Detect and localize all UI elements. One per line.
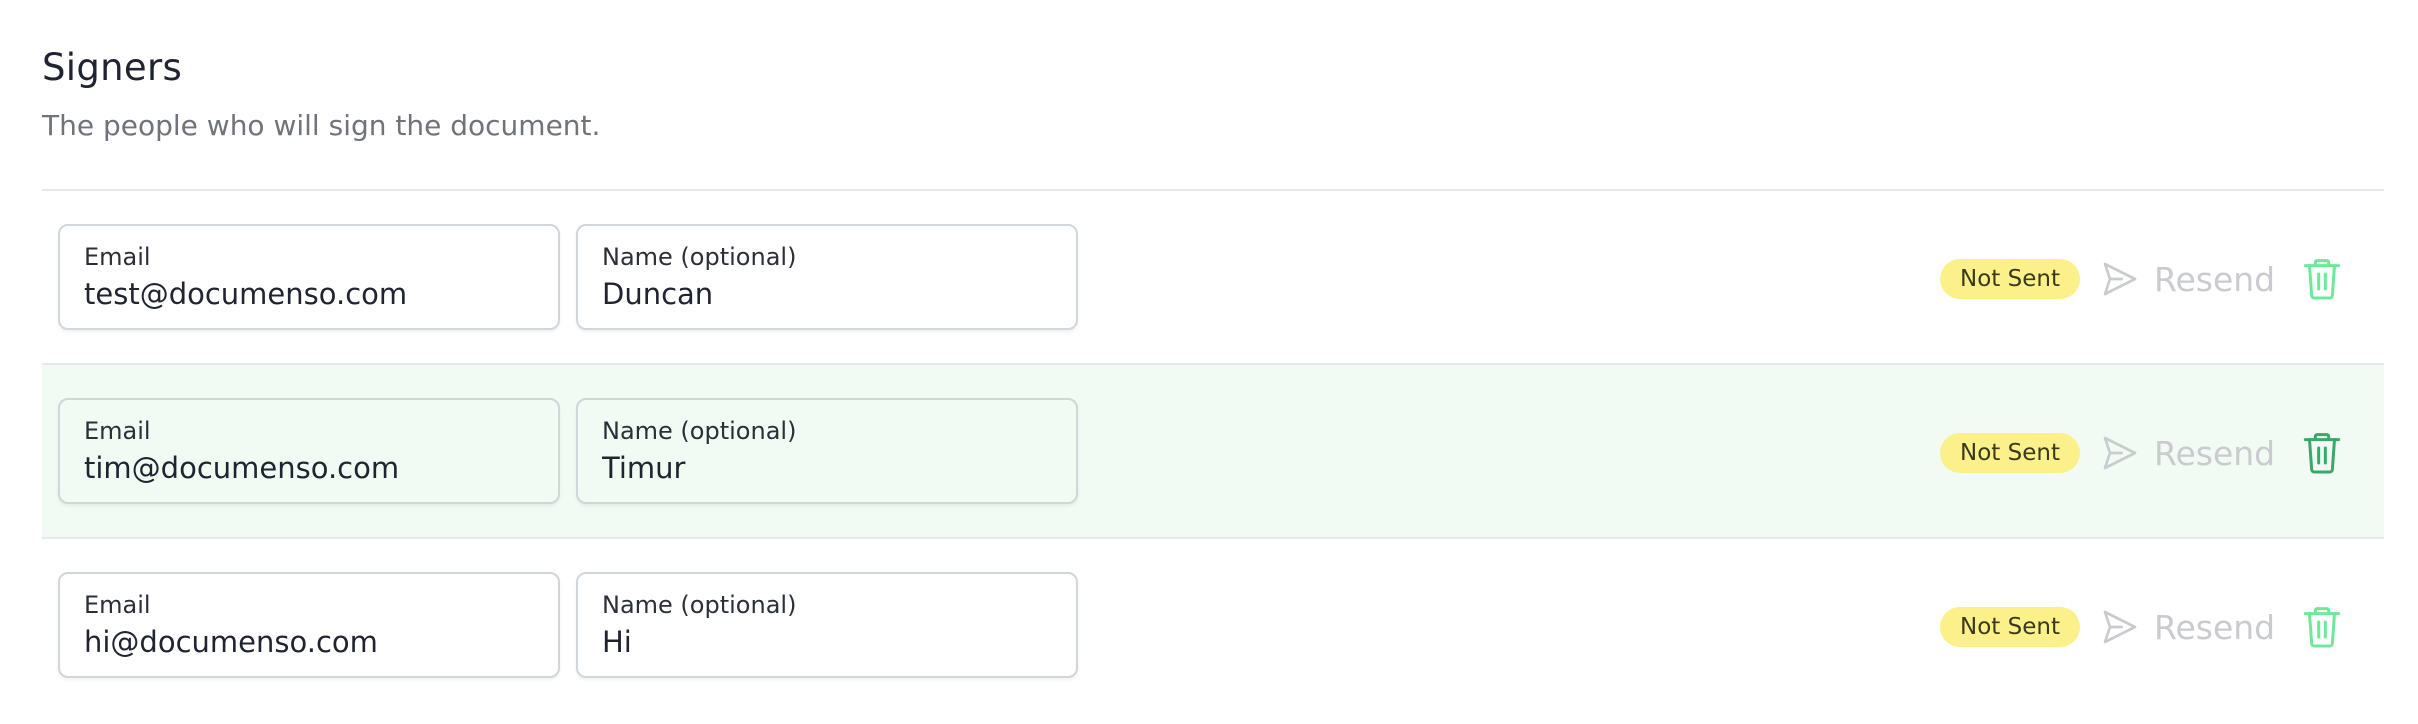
- name-label: Name (optional): [602, 417, 797, 445]
- trash-icon: [2303, 607, 2341, 648]
- status-badge: Not Sent: [1940, 433, 2080, 473]
- send-icon: [2103, 610, 2137, 644]
- trash-icon: [2303, 433, 2341, 474]
- resend-label: Resend: [2154, 607, 2276, 647]
- name-field[interactable]: Name (optional): [576, 572, 1078, 678]
- status-badge: Not Sent: [1940, 607, 2080, 647]
- signers-list: Email Name (optional) Not Sent Resend: [42, 189, 2384, 713]
- resend-button[interactable]: Resend: [2100, 425, 2275, 481]
- page-subtitle: The people who will sign the document.: [42, 109, 601, 142]
- email-input[interactable]: [82, 274, 536, 314]
- email-label: Email: [84, 243, 151, 271]
- name-label: Name (optional): [602, 243, 797, 271]
- resend-label: Resend: [2154, 259, 2276, 299]
- name-field[interactable]: Name (optional): [576, 224, 1078, 330]
- delete-button[interactable]: [2294, 251, 2350, 307]
- delete-button[interactable]: [2294, 425, 2350, 481]
- send-icon: [2103, 262, 2137, 296]
- email-input[interactable]: [82, 448, 536, 488]
- signer-row: Email Name (optional) Not Sent Resend: [42, 191, 2384, 365]
- name-field[interactable]: Name (optional): [576, 398, 1078, 504]
- email-field[interactable]: Email: [58, 398, 560, 504]
- signer-row: Email Name (optional) Not Sent Resend: [42, 365, 2384, 539]
- email-field[interactable]: Email: [58, 572, 560, 678]
- email-field[interactable]: Email: [58, 224, 560, 330]
- send-icon: [2103, 436, 2137, 470]
- status-badge: Not Sent: [1940, 259, 2080, 299]
- name-input[interactable]: [600, 622, 1054, 662]
- signer-row: Email Name (optional) Not Sent Resend: [42, 539, 2384, 713]
- trash-icon: [2303, 259, 2341, 300]
- name-input[interactable]: [600, 274, 1054, 314]
- email-label: Email: [84, 417, 151, 445]
- name-label: Name (optional): [602, 591, 797, 619]
- signers-header: Signers The people who will sign the doc…: [42, 40, 600, 146]
- email-label: Email: [84, 591, 151, 619]
- email-input[interactable]: [82, 622, 536, 662]
- resend-button[interactable]: Resend: [2100, 599, 2275, 655]
- resend-label: Resend: [2154, 433, 2276, 473]
- delete-button[interactable]: [2294, 599, 2350, 655]
- resend-button[interactable]: Resend: [2100, 251, 2275, 307]
- page-title: Signers: [42, 46, 183, 89]
- name-input[interactable]: [600, 448, 1054, 488]
